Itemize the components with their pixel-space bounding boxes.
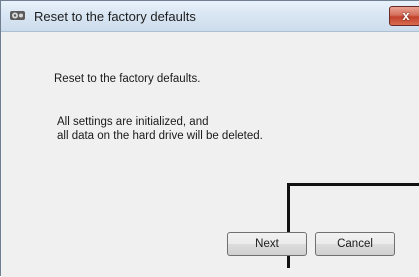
- reset-warning: All settings are initialized, and all da…: [57, 115, 263, 143]
- warning-line-1: All settings are initialized, and: [57, 116, 209, 128]
- window-title: Reset to the factory defaults: [34, 9, 196, 24]
- close-button[interactable]: x: [389, 6, 419, 26]
- reset-dialog-window: Reset to the factory defaults x Reset to…: [0, 0, 419, 277]
- close-icon: x: [402, 8, 410, 23]
- title-bar[interactable]: Reset to the factory defaults x: [1, 1, 419, 32]
- reset-heading: Reset to the factory defaults.: [54, 73, 201, 85]
- warning-line-2: all data on the hard drive will be delet…: [57, 130, 263, 142]
- next-button[interactable]: Next: [227, 232, 307, 256]
- settings-app-icon: [9, 9, 26, 22]
- dialog-content: Reset to the factory defaults. All setti…: [1, 32, 419, 277]
- cancel-button[interactable]: Cancel: [315, 232, 395, 256]
